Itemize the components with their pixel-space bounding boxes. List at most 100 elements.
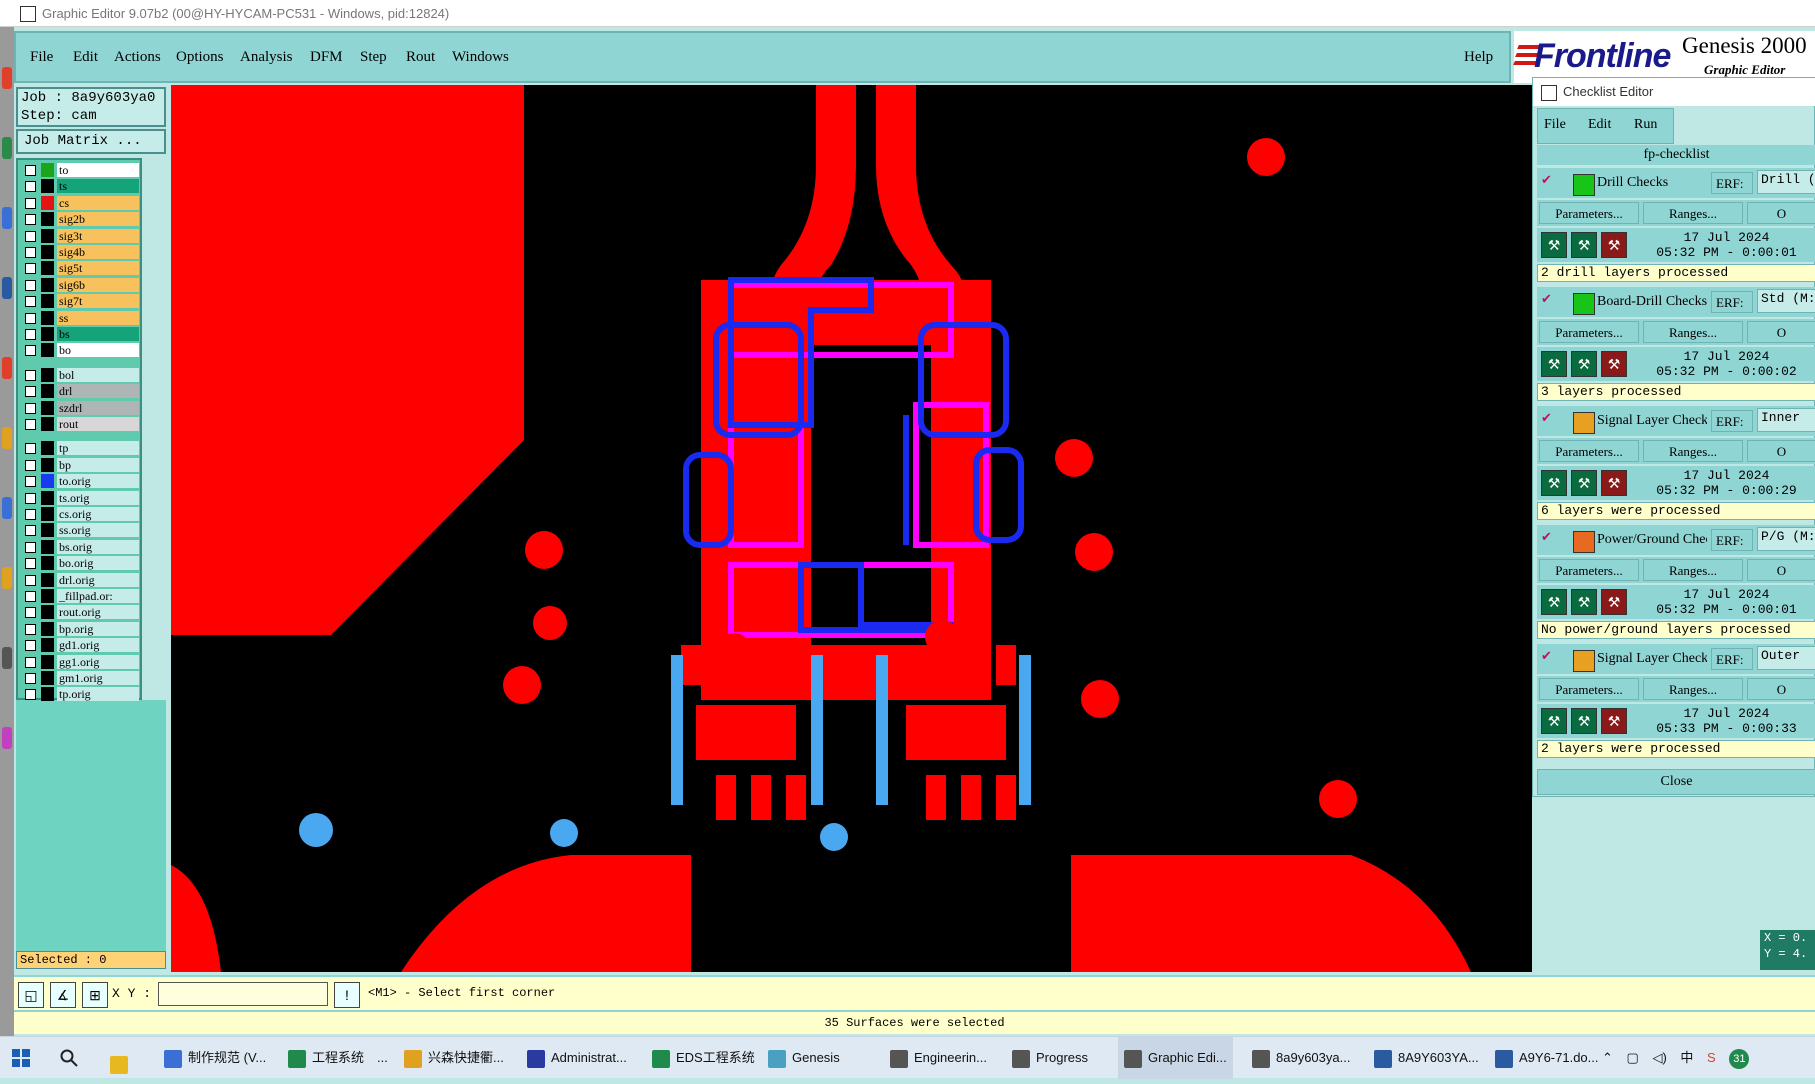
ranges-button[interactable]: Ranges... — [1643, 559, 1743, 581]
ranges-button[interactable]: Ranges... — [1643, 321, 1743, 343]
run-icon[interactable]: ⚒ — [1571, 351, 1597, 377]
layer-row[interactable]: cs — [21, 195, 139, 210]
layer-row[interactable]: tp.orig — [21, 687, 139, 702]
app-icon-orange[interactable] — [2, 427, 12, 449]
layer-row[interactable]: sig5t — [21, 261, 139, 276]
check-mark-icon[interactable]: ✔ — [1541, 292, 1553, 305]
menu-file[interactable]: File — [30, 49, 53, 66]
layer-name[interactable]: cs — [57, 195, 139, 210]
stop-icon[interactable]: ⚒ — [1601, 470, 1627, 496]
taskbar-item[interactable]: Engineerin... — [884, 1037, 993, 1079]
layer-checkbox[interactable] — [25, 541, 36, 553]
layer-swatch[interactable] — [41, 245, 54, 259]
xy-input[interactable] — [158, 982, 328, 1006]
taskbar-item[interactable]: 工程系统 ... — [282, 1037, 394, 1079]
layer-name[interactable]: bo.orig — [57, 556, 139, 571]
layer-checkbox[interactable] — [25, 640, 36, 652]
checklist-menu-file[interactable]: File — [1544, 117, 1566, 133]
layer-name[interactable]: rout — [57, 417, 139, 431]
app-icon-gray[interactable] — [2, 647, 12, 669]
layer-name[interactable]: gd1.orig — [57, 638, 139, 653]
layer-checkbox[interactable] — [25, 607, 36, 619]
info-button[interactable]: ! — [334, 982, 360, 1008]
taskbar-item[interactable]: Administrat... — [521, 1037, 633, 1079]
layer-swatch[interactable] — [41, 343, 54, 358]
layer-name[interactable]: bp — [57, 457, 139, 472]
parameters-button[interactable]: Parameters... — [1539, 202, 1639, 224]
taskbar-item[interactable]: Genesis — [762, 1037, 846, 1079]
layer-name[interactable]: rout.orig — [57, 605, 139, 620]
job-matrix-button[interactable]: Job Matrix ... — [16, 129, 166, 154]
layer-row[interactable]: gm1.orig — [21, 671, 139, 685]
layer-name[interactable]: szdrl — [57, 400, 139, 415]
layer-row[interactable]: ts — [21, 179, 139, 194]
stop-icon[interactable]: ⚒ — [1601, 232, 1627, 258]
layer-swatch[interactable] — [41, 474, 54, 489]
layer-row[interactable]: ts.orig — [21, 490, 139, 505]
layer-row[interactable]: sig6b — [21, 277, 139, 292]
layer-row[interactable]: sig4b — [21, 245, 139, 259]
layer-checkbox[interactable] — [25, 558, 36, 570]
layer-swatch[interactable] — [41, 261, 54, 276]
options-button[interactable]: O — [1747, 321, 1815, 343]
layer-row[interactable]: tp — [21, 441, 139, 456]
app-icon-blue3[interactable] — [2, 497, 12, 519]
layer-swatch[interactable] — [41, 507, 54, 521]
erf-value[interactable]: P/G (M: — [1757, 527, 1815, 551]
antivirus-icon[interactable]: S — [1707, 1050, 1716, 1065]
layer-checkbox[interactable] — [25, 312, 36, 324]
checklist-menu-run[interactable]: Run — [1634, 117, 1657, 133]
layer-swatch[interactable] — [41, 441, 54, 456]
volume-icon[interactable]: ◁) — [1652, 1050, 1666, 1065]
layer-swatch[interactable] — [41, 277, 54, 292]
layer-swatch[interactable] — [41, 589, 54, 603]
layer-row[interactable]: rout.orig — [21, 605, 139, 620]
file-explorer-icon[interactable] — [110, 1037, 134, 1079]
run-icon[interactable]: ⚒ — [1571, 589, 1597, 615]
layer-checkbox[interactable] — [25, 673, 36, 684]
layer-row[interactable]: ss.orig — [21, 523, 139, 538]
layer-checkbox[interactable] — [25, 419, 36, 430]
layer-name[interactable]: bol — [57, 367, 139, 382]
menu-windows[interactable]: Windows — [452, 49, 509, 66]
layer-checkbox[interactable] — [25, 197, 36, 209]
options-button[interactable]: O — [1747, 559, 1815, 581]
layer-swatch[interactable] — [41, 327, 54, 341]
layer-swatch[interactable] — [41, 294, 54, 309]
notification-badge[interactable]: 31 — [1729, 1049, 1750, 1069]
zoom-area-button[interactable]: ◱ — [18, 982, 44, 1008]
action-name[interactable]: Power/Ground Checks — [1597, 532, 1707, 548]
taskbar-item[interactable]: EDS工程系统 — [646, 1037, 761, 1079]
layer-row[interactable]: gd1.orig — [21, 638, 139, 653]
layer-row[interactable]: bo — [21, 343, 139, 358]
app-icon-blue[interactable] — [2, 207, 12, 229]
layer-row[interactable]: sig2b — [21, 212, 139, 227]
layer-name[interactable]: sig2b — [57, 212, 139, 227]
graphic-canvas[interactable] — [171, 85, 1532, 972]
layer-name[interactable]: _fillpad.or: — [57, 589, 139, 603]
layer-checkbox[interactable] — [25, 574, 36, 586]
layer-row[interactable]: cs.orig — [21, 507, 139, 521]
layer-row[interactable]: to.orig — [21, 474, 139, 489]
chevron-up-icon[interactable]: ⌃ — [1602, 1050, 1613, 1065]
parameters-button[interactable]: Parameters... — [1539, 321, 1639, 343]
ranges-button[interactable]: Ranges... — [1643, 440, 1743, 462]
layer-swatch[interactable] — [41, 384, 54, 399]
check-mark-icon[interactable]: ✔ — [1541, 173, 1553, 186]
layer-checkbox[interactable] — [25, 329, 36, 340]
options-button[interactable]: O — [1747, 440, 1815, 462]
action-name[interactable]: Signal Layer Checks — [1597, 651, 1707, 667]
layer-name[interactable]: gg1.orig — [57, 654, 139, 669]
app-icon-orange2[interactable] — [2, 567, 12, 589]
layer-swatch[interactable] — [41, 523, 54, 538]
ime-indicator[interactable]: 中 — [1680, 1050, 1693, 1065]
ranges-button[interactable]: Ranges... — [1643, 678, 1743, 700]
app-icon-red[interactable] — [2, 67, 12, 89]
layer-checkbox[interactable] — [25, 656, 36, 668]
layer-name[interactable]: tp — [57, 441, 139, 456]
layer-checkbox[interactable] — [25, 459, 36, 471]
layer-row[interactable]: bo.orig — [21, 556, 139, 571]
layer-swatch[interactable] — [41, 400, 54, 415]
layer-swatch[interactable] — [41, 638, 54, 653]
layer-name[interactable]: ts — [57, 179, 139, 194]
